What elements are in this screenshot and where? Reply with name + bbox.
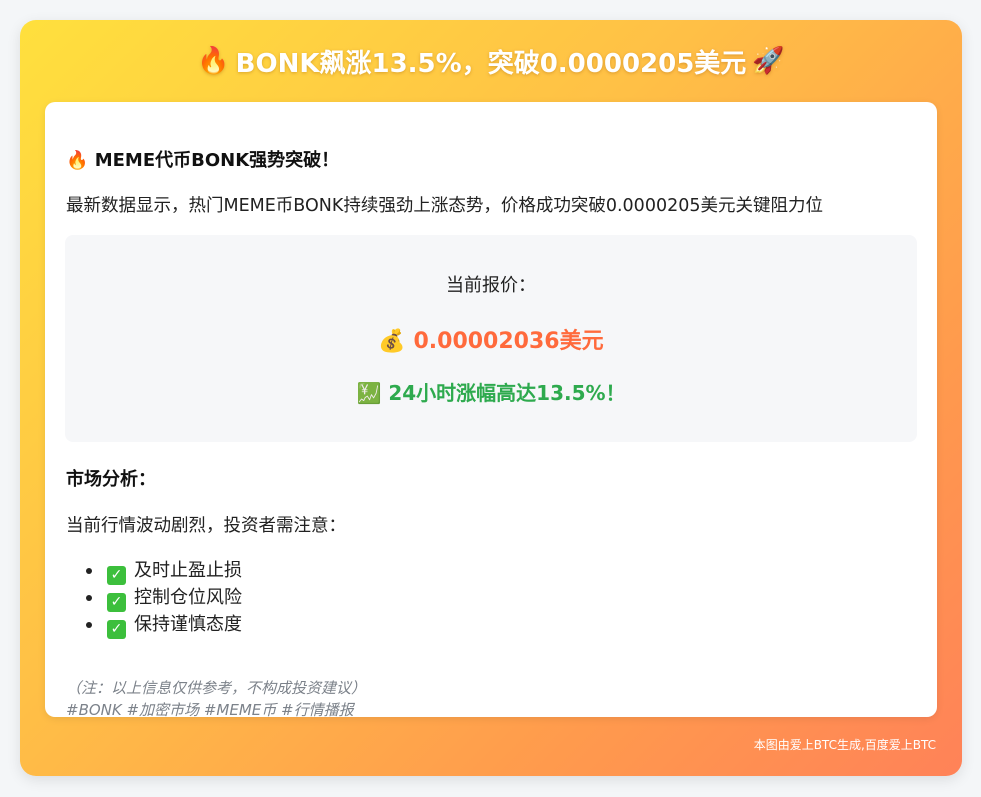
list-item: ✓ 及时止盈止损: [66, 557, 242, 585]
intro-title: MEME代币BONK强势突破！: [94, 150, 340, 171]
header: 🔥 BONK飙涨13.5%，突破0.0000205美元 🚀: [20, 20, 962, 102]
content-panel: 🔥 MEME代币BONK强势突破！ 最新数据显示，热门MEME币BONK持续强劲…: [45, 102, 937, 719]
fire-icon: 🔥: [66, 150, 89, 171]
disclaimer-note: （注：以上信息仅供参考，不构成投资建议）: [66, 679, 367, 697]
intro-text: 最新数据显示，热门MEME币BONK持续强劲上涨态势，价格成功突破0.00002…: [66, 196, 823, 216]
check-mark-icon: ✓: [107, 566, 126, 585]
tip-text: 及时止盈止损: [134, 560, 242, 581]
bullet-icon: [86, 568, 92, 574]
price-value: 0.00002036美元: [413, 329, 604, 354]
price-change-row: 💹 24小时涨幅高达13.5%！: [65, 377, 917, 406]
hashtags: #BONK #加密市场 #MEME币 #行情播报: [66, 701, 354, 719]
rocket-icon: 🚀: [752, 46, 785, 76]
news-card: 🔥 BONK飙涨13.5%，突破0.0000205美元 🚀 🔥 MEME代币BO…: [20, 20, 962, 776]
footer-credit: 本图由爱上BTC生成,百度爱上BTC: [753, 738, 936, 752]
intro-title-row: 🔥 MEME代币BONK强势突破！: [66, 146, 339, 172]
chart-up-icon: 💹: [356, 381, 382, 405]
price-box: 当前报价： 💰 0.00002036美元 💹 24小时涨幅高达13.5%！: [65, 235, 917, 442]
list-item: ✓ 控制仓位风险: [66, 584, 242, 612]
check-mark-icon: ✓: [107, 593, 126, 612]
price-change: 24小时涨幅高达13.5%！: [388, 381, 626, 405]
bullet-icon: [86, 595, 92, 601]
fire-icon: 🔥: [197, 46, 230, 76]
tip-text: 保持谨慎态度: [134, 614, 242, 635]
list-item: ✓ 保持谨慎态度: [66, 611, 242, 639]
check-mark-icon: ✓: [107, 620, 126, 639]
analysis-text: 当前行情波动剧烈，投资者需注意：: [66, 516, 346, 536]
tip-text: 控制仓位风险: [134, 587, 242, 608]
bullet-icon: [86, 622, 92, 628]
header-title: BONK飙涨13.5%，突破0.0000205美元: [235, 48, 747, 79]
price-value-row: 💰 0.00002036美元: [65, 323, 917, 355]
price-label: 当前报价：: [446, 275, 536, 296]
money-bag-icon: 💰: [378, 329, 406, 354]
tips-list: ✓ 及时止盈止损 ✓ 控制仓位风险 ✓ 保持谨慎态度: [66, 557, 242, 639]
analysis-title: 市场分析：: [66, 469, 156, 490]
